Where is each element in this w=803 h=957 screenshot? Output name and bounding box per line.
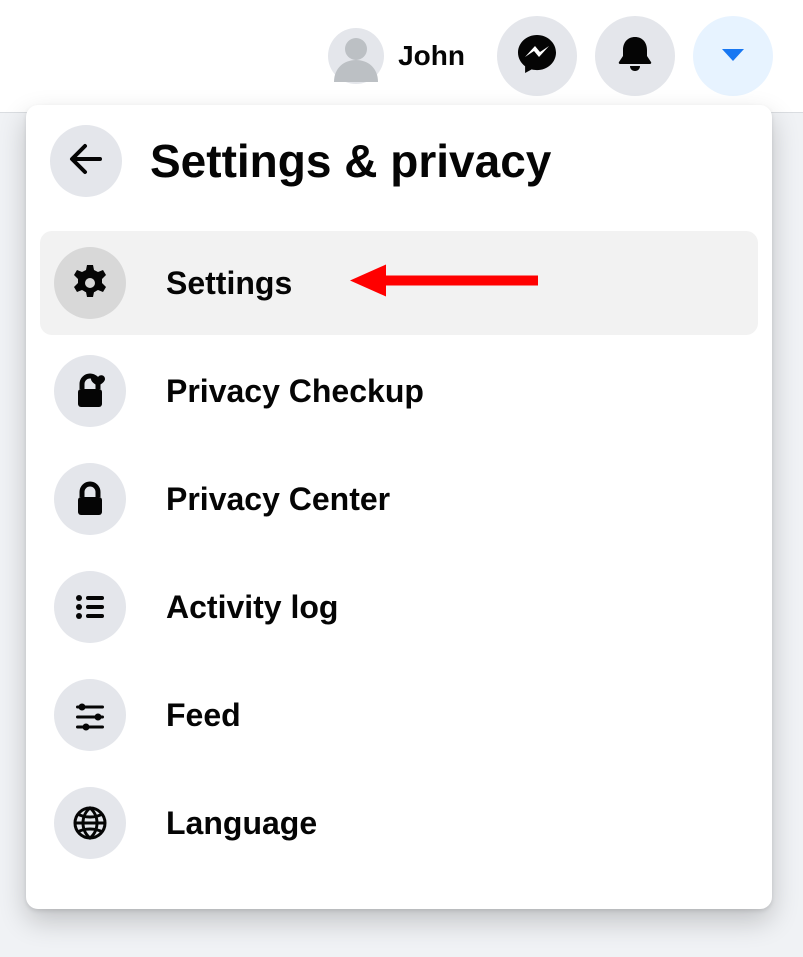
panel-title: Settings & privacy <box>150 134 551 188</box>
menu-item-gear[interactable]: Settings <box>40 231 758 335</box>
menu-item-lock[interactable]: Privacy Center <box>40 447 758 551</box>
sliders-icon <box>54 679 126 751</box>
caret-down-icon <box>718 39 748 74</box>
menu-item-sliders[interactable]: Feed <box>40 663 758 767</box>
panel-header: Settings & privacy <box>40 125 758 197</box>
globe-icon <box>54 787 126 859</box>
menu-item-list[interactable]: Activity log <box>40 555 758 659</box>
gear-icon <box>54 247 126 319</box>
messenger-icon <box>515 32 559 81</box>
account-menu-button[interactable] <box>693 16 773 96</box>
menu-item-label: Privacy Center <box>166 481 390 518</box>
menu-item-label: Activity log <box>166 589 338 626</box>
bell-icon <box>614 33 656 80</box>
arrow-left-icon <box>67 140 105 183</box>
menu-item-label: Feed <box>166 697 241 734</box>
lock-heart-icon <box>54 355 126 427</box>
menu-item-label: Language <box>166 805 317 842</box>
menu-item-globe[interactable]: Language <box>40 771 758 875</box>
list-icon <box>54 571 126 643</box>
profile-button[interactable]: John <box>328 28 465 84</box>
notifications-button[interactable] <box>595 16 675 96</box>
menu-item-label: Privacy Checkup <box>166 373 424 410</box>
lock-icon <box>54 463 126 535</box>
back-button[interactable] <box>50 125 122 197</box>
settings-privacy-panel: Settings & privacy Settings Privacy Check… <box>26 105 772 909</box>
topbar: John <box>0 0 803 112</box>
menu-item-lock-heart[interactable]: Privacy Checkup <box>40 339 758 443</box>
profile-name: John <box>398 40 465 72</box>
messenger-button[interactable] <box>497 16 577 96</box>
avatar-icon <box>328 28 384 84</box>
menu-item-label: Settings <box>166 265 292 302</box>
annotation-arrow-icon <box>350 261 540 306</box>
